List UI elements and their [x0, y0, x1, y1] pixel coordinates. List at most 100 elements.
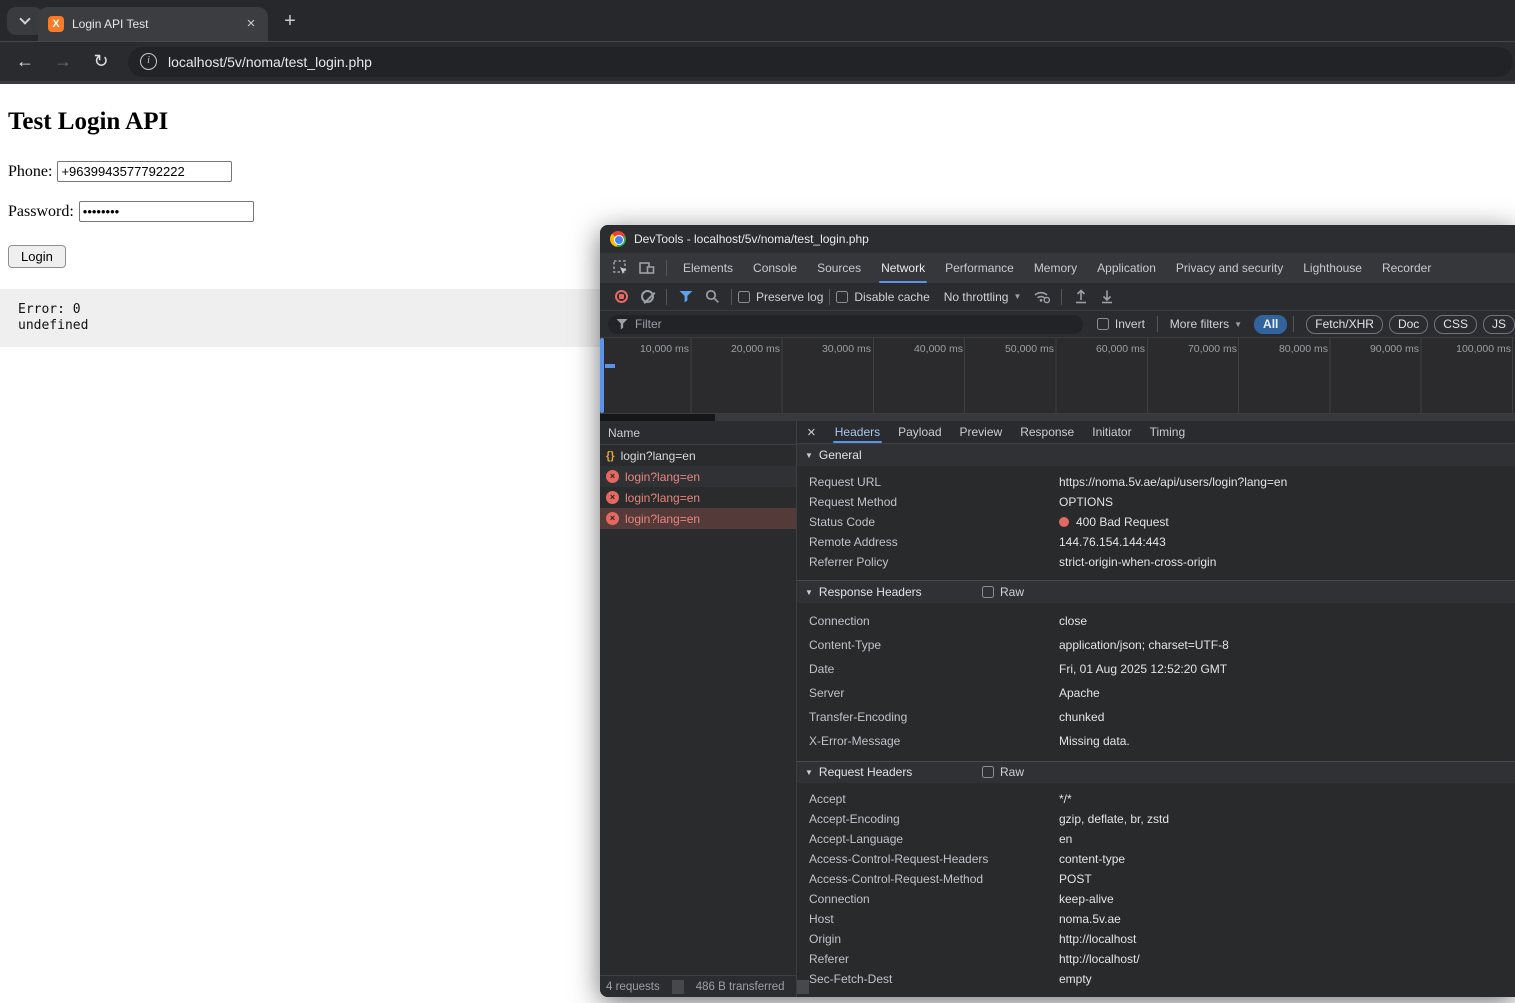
throttling-caret-icon[interactable]: ▼ — [1013, 292, 1021, 301]
header-value: application/json; charset=UTF-8 — [1059, 638, 1229, 652]
tab-elements[interactable]: Elements — [673, 253, 743, 283]
tab-sources[interactable]: Sources — [807, 253, 871, 283]
request-headers-section-header[interactable]: ▼ Request Headers Raw — [797, 761, 1515, 783]
result-line-2: undefined — [18, 318, 88, 333]
timeline-tick: 100,000 ms — [1425, 343, 1511, 355]
timeline-scrollbar[interactable] — [600, 414, 1515, 421]
filter-pill-all[interactable]: All — [1254, 315, 1287, 334]
filter-pill-fetch-xhr[interactable]: Fetch/XHR — [1306, 315, 1383, 334]
header-row: Content-Type application/json; charset=U… — [797, 633, 1515, 657]
header-value: close — [1059, 614, 1087, 628]
import-har-icon[interactable] — [1070, 286, 1092, 308]
tab-console[interactable]: Console — [743, 253, 807, 283]
close-detail-icon[interactable]: × — [807, 424, 816, 441]
header-row: Referrer Policy strict-origin-when-cross… — [797, 552, 1515, 572]
devtools-tab-bar: Elements Console Sources Network Perform… — [600, 253, 1515, 283]
reload-icon[interactable]: ↻ — [88, 51, 114, 72]
header-row: Request URL https://noma.5v.ae/api/users… — [797, 472, 1515, 492]
filter-pill-css[interactable]: CSS — [1434, 315, 1477, 334]
throttling-select[interactable]: No throttling — [944, 290, 1009, 304]
tab-recorder[interactable]: Recorder — [1372, 253, 1441, 283]
header-value: POST — [1059, 872, 1092, 886]
xampp-favicon-icon: X — [48, 16, 64, 32]
back-icon[interactable]: ← — [12, 51, 38, 72]
request-name: login?lang=en — [625, 470, 700, 484]
header-row: Origin http://localhost — [797, 929, 1515, 949]
new-tab-button[interactable]: + — [276, 8, 304, 36]
phone-input[interactable] — [57, 161, 232, 182]
general-section-title: General — [819, 448, 862, 462]
preserve-log-checkbox[interactable] — [738, 291, 750, 303]
browser-tab[interactable]: X Login API Test × — [38, 7, 268, 41]
header-name: Remote Address — [809, 535, 1059, 549]
general-section-header[interactable]: ▼ General — [797, 444, 1515, 466]
header-name: Referer — [809, 952, 1059, 966]
header-name: Status Code — [809, 515, 1059, 529]
header-value: */* — [1059, 792, 1072, 806]
tab-application[interactable]: Application — [1087, 253, 1166, 283]
login-button[interactable]: Login — [8, 245, 66, 268]
request-row[interactable]: {} login?lang=en — [600, 445, 796, 466]
detail-tab-payload[interactable]: Payload — [889, 421, 950, 443]
filter-icon[interactable] — [675, 286, 697, 308]
filter-input[interactable]: Filter — [608, 315, 1083, 334]
detail-tab-response[interactable]: Response — [1011, 421, 1083, 443]
tab-lighthouse[interactable]: Lighthouse — [1293, 253, 1372, 283]
name-column-header[interactable]: Name — [600, 421, 796, 445]
header-row: Connection close — [797, 609, 1515, 633]
raw-checkbox[interactable] — [982, 766, 994, 778]
network-conditions-icon[interactable] — [1031, 286, 1053, 308]
address-bar[interactable]: i localhost/5v/noma/test_login.php — [128, 47, 1513, 77]
header-value: gzip, deflate, br, zstd — [1059, 812, 1169, 826]
disable-cache-label: Disable cache — [854, 290, 929, 304]
forward-icon[interactable]: → — [50, 51, 76, 72]
divider — [829, 289, 830, 305]
record-network-log-icon[interactable] — [610, 286, 632, 308]
disable-cache-checkbox[interactable] — [836, 291, 848, 303]
tab-network[interactable]: Network — [871, 253, 935, 283]
clear-network-log-icon[interactable] — [636, 286, 658, 308]
detail-tab-timing[interactable]: Timing — [1141, 421, 1195, 443]
request-name: login?lang=en — [621, 449, 696, 463]
more-filters-button[interactable]: More filters — [1170, 317, 1229, 331]
device-toolbar-icon[interactable] — [636, 257, 658, 279]
triangle-down-icon: ▼ — [805, 768, 813, 777]
result-line-1: Error: 0 — [18, 302, 81, 317]
request-row[interactable]: × login?lang=en — [600, 466, 796, 487]
tab-performance[interactable]: Performance — [935, 253, 1024, 283]
timeline-scrollbar-thumb[interactable] — [715, 414, 1515, 421]
tab-close-icon[interactable]: × — [242, 15, 260, 33]
export-har-icon[interactable] — [1096, 286, 1118, 308]
url-text[interactable]: localhost/5v/noma/test_login.php — [168, 54, 372, 70]
detail-tab-initiator[interactable]: Initiator — [1083, 421, 1140, 443]
timeline-selection-edge[interactable] — [600, 338, 604, 413]
filter-pill-doc[interactable]: Doc — [1389, 315, 1428, 334]
phone-label: Phone: — [8, 163, 52, 181]
header-name: Request Method — [809, 495, 1059, 509]
error-icon: × — [606, 470, 619, 483]
search-icon[interactable] — [701, 286, 723, 308]
detail-tab-preview[interactable]: Preview — [951, 421, 1012, 443]
timeline-tick: 50,000 ms — [968, 343, 1054, 355]
devtools-titlebar[interactable]: DevTools - localhost/5v/noma/test_login.… — [600, 225, 1515, 253]
detail-tab-bar: × Headers Payload Preview Response Initi… — [797, 421, 1515, 444]
invert-checkbox[interactable] — [1097, 318, 1109, 330]
tab-memory[interactable]: Memory — [1024, 253, 1087, 283]
detail-tab-headers[interactable]: Headers — [826, 421, 889, 443]
request-row[interactable]: × login?lang=en — [600, 487, 796, 508]
header-row: Host noma.5v.ae — [797, 909, 1515, 929]
response-headers-section-header[interactable]: ▼ Response Headers Raw — [797, 580, 1515, 602]
inspect-element-icon[interactable] — [610, 257, 632, 279]
header-value: empty — [1059, 972, 1092, 986]
password-input[interactable] — [79, 201, 254, 222]
header-name: Host — [809, 912, 1059, 926]
header-value: 400 Bad Request — [1076, 515, 1169, 529]
network-overview-timeline[interactable]: 10,000 ms 20,000 ms 30,000 ms 40,000 ms … — [600, 338, 1515, 414]
raw-checkbox[interactable] — [982, 586, 994, 598]
tab-privacy-security[interactable]: Privacy and security — [1166, 253, 1293, 283]
filter-pill-js[interactable]: JS — [1483, 315, 1515, 334]
request-row-selected[interactable]: × login?lang=en — [600, 508, 796, 529]
site-info-icon[interactable]: i — [140, 53, 157, 70]
triangle-down-icon: ▼ — [805, 451, 813, 460]
header-row: X-Error-Message Missing data. — [797, 729, 1515, 753]
